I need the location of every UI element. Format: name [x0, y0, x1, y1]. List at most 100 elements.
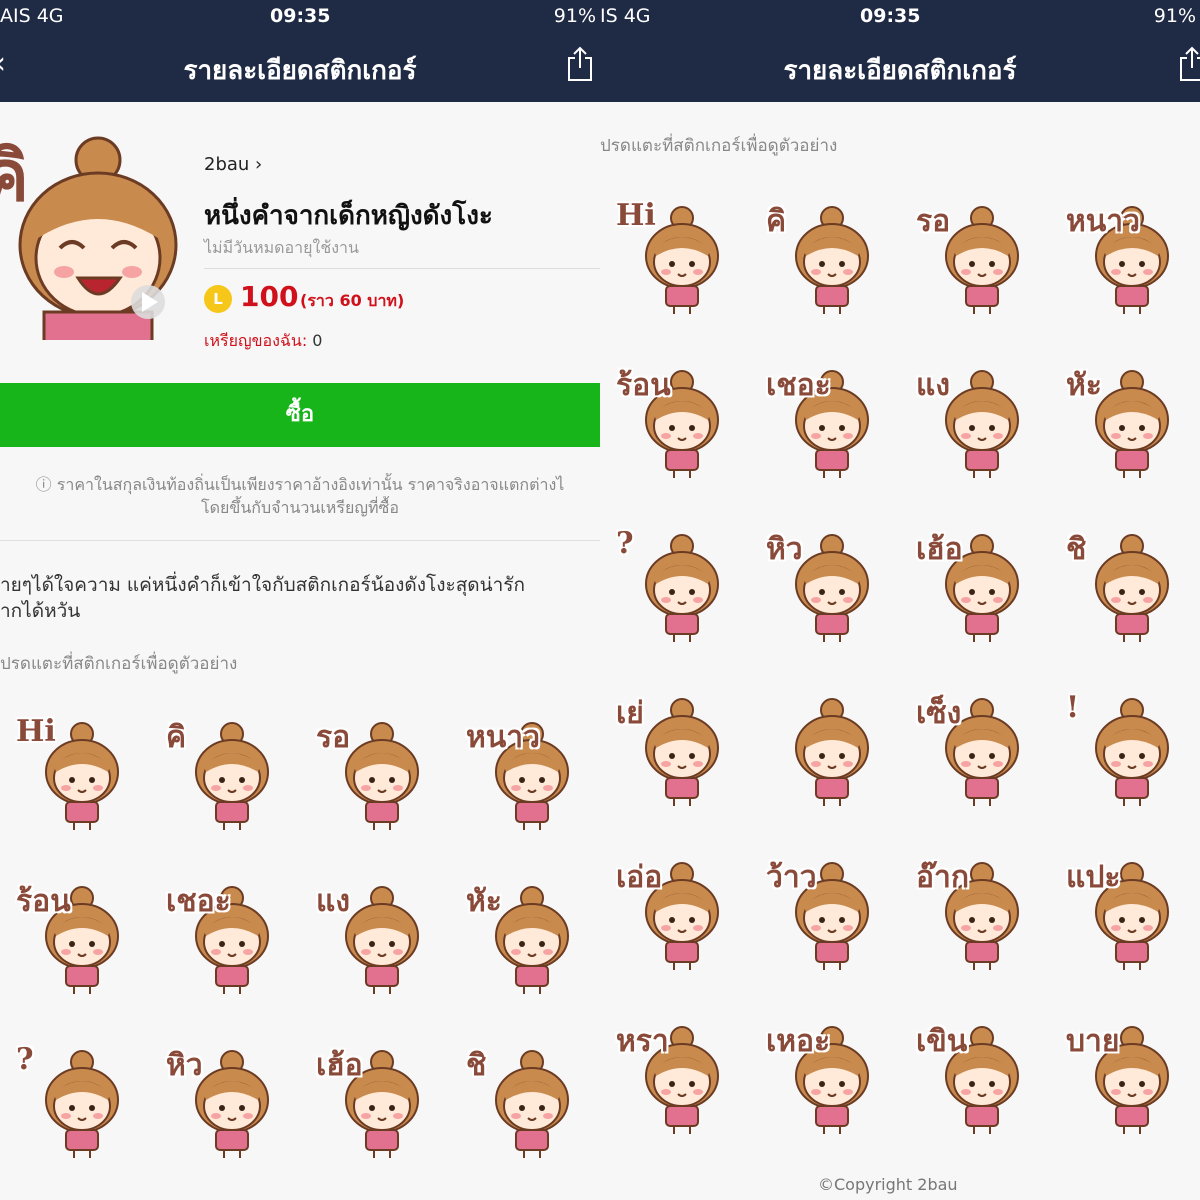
my-coins-value: 0 — [312, 331, 323, 350]
sticker-word: ! — [1066, 690, 1080, 725]
sticker-word: แง — [316, 884, 350, 919]
validity-text: ไม่มีวันหมดอายุใช้งาน — [204, 238, 359, 257]
sticker-word: รอ — [916, 204, 951, 239]
sticker-item[interactable]: Hi — [0, 700, 150, 864]
sticker-word: บาย — [1066, 1024, 1120, 1059]
sticker-item[interactable]: เหอะ — [750, 1004, 900, 1168]
carrier-label: IS 4G — [600, 5, 651, 27]
right-screen: IS 4G 09:35 91% รายละเอียดสติกเกอร์ ปรดแ… — [600, 0, 1200, 1200]
sticker-item[interactable]: ร้อน — [0, 864, 150, 1028]
battery-level: 91% — [553, 5, 596, 27]
status-bar: AIS 4G 09:35 91% — [0, 0, 600, 32]
sticker-item[interactable]: คิ — [750, 184, 900, 348]
sticker-item[interactable]: Hi — [600, 184, 750, 348]
sticker-item[interactable]: หิว — [150, 1028, 300, 1192]
sticker-item[interactable]: หัะ — [1050, 348, 1200, 512]
divider — [0, 540, 600, 541]
sticker-package-title: หนึ่งคำจากเด็กหญิงดังโงะ — [204, 201, 493, 231]
author-link[interactable]: 2bau › — [204, 154, 262, 175]
sticker-word: ? — [16, 1042, 34, 1077]
sticker-item[interactable]: ว้าว — [750, 840, 900, 1004]
sticker-word: ร้อน — [16, 884, 71, 919]
page-title: รายละเอียดสติกเกอร์ — [183, 56, 417, 86]
sticker-item[interactable]: ? — [600, 512, 750, 676]
sticker-item[interactable]: ? — [0, 1028, 150, 1192]
sticker-word: หรา — [616, 1024, 669, 1059]
sticker-character-image — [1095, 534, 1169, 642]
description-line1: ายๆได้ใจความ แค่หนึ่งคำก็เข้าใจกับสติกเก… — [0, 574, 526, 596]
sticker-main-image[interactable]: คิ — [0, 120, 180, 340]
sticker-word: หิว — [166, 1048, 203, 1083]
sticker-item[interactable]: หรา — [600, 1004, 750, 1168]
sticker-item[interactable]: เฮ้อ — [900, 512, 1050, 676]
sticker-item[interactable]: รอ — [300, 700, 450, 864]
sticker-item[interactable]: เชอะ — [750, 348, 900, 512]
price-approx: (ราว 60 บาท) — [300, 291, 405, 310]
sticker-item[interactable]: อ๊าก — [900, 840, 1050, 1004]
sticker-item[interactable]: เอ่อ — [600, 840, 750, 1004]
price-note: ⓘ ราคาในสกุลเงินท้องถิ่นเป็นเพียงราคาอ้า… — [0, 473, 600, 519]
sticker-word: ชิ — [466, 1048, 487, 1083]
price-note-line2: โดยขึ้นกับจำนวนเหรียญที่ซื้อ — [201, 498, 399, 517]
sticker-character-image — [795, 206, 869, 314]
sticker-item[interactable]: ชิ — [1050, 512, 1200, 676]
sticker-word: แปะ — [1066, 860, 1121, 895]
sticker-item[interactable]: แปะ — [1050, 840, 1200, 1004]
sticker-item[interactable]: ! — [1050, 676, 1200, 840]
sticker-word: เชอะ — [766, 368, 831, 403]
sticker-word: หนาว — [466, 720, 540, 755]
sticker-word: เอ่อ — [616, 860, 663, 895]
sticker-word: Hi — [16, 714, 56, 749]
preview-hint: ปรดแตะที่สติกเกอร์เพื่อดูตัวอย่าง — [0, 654, 238, 674]
sticker-item[interactable]: เขิน — [900, 1004, 1050, 1168]
price-note-line1: ⓘ ราคาในสกุลเงินท้องถิ่นเป็นเพียงราคาอ้า… — [35, 475, 565, 494]
sticker-word: อ๊าก — [916, 860, 970, 895]
sticker-word: หัะ — [1066, 368, 1102, 403]
clock: 09:35 — [270, 5, 331, 27]
price-value: 100 — [240, 280, 299, 313]
sticker-word: รอ — [316, 720, 351, 755]
sticker-item[interactable]: คิ — [150, 700, 300, 864]
sticker-word: ชิ — [1066, 532, 1087, 567]
sticker-item[interactable]: บาย — [1050, 1004, 1200, 1168]
buy-button[interactable]: ซื้อ — [0, 383, 600, 447]
sticker-grid: Hi คิ รอ หนาวร้อน เชอะ แง หัะ? หิว เฮ้อ ชิ — [0, 700, 600, 1192]
sticker-word: หนาว — [1066, 204, 1140, 239]
sticker-word: คิ — [166, 720, 187, 755]
package-description: ายๆได้ใจความ แค่หนึ่งคำก็เข้าใจกับสติกเก… — [0, 572, 600, 624]
sticker-item[interactable]: หิว — [750, 512, 900, 676]
line-coin-icon: L — [204, 285, 232, 313]
sticker-word: Hi — [616, 198, 656, 233]
description-line2: ากได้หวัน — [0, 600, 81, 622]
sticker-item[interactable]: หัะ — [450, 864, 600, 1028]
sticker-item[interactable]: หนาว — [1050, 184, 1200, 348]
sticker-character-image — [645, 534, 719, 642]
sticker-item[interactable]: ชิ — [450, 1028, 600, 1192]
sticker-word: เขิน — [916, 1024, 968, 1059]
sticker-item[interactable]: เซ็ง — [900, 676, 1050, 840]
carrier-label: AIS 4G — [0, 5, 64, 27]
sticker-item[interactable]: หนาว — [450, 700, 600, 864]
sticker-item[interactable]: แง — [900, 348, 1050, 512]
sticker-item[interactable]: เฮ้อ — [300, 1028, 450, 1192]
share-icon[interactable] — [1178, 46, 1200, 82]
sticker-item[interactable]: เย่ — [600, 676, 750, 840]
nav-bar: รายละเอียดสติกเกอร์ — [600, 32, 1200, 102]
sticker-item[interactable]: ร้อน — [600, 348, 750, 512]
left-screen: AIS 4G 09:35 91% ‹ รายละเอียดสติกเกอร์ ค… — [0, 0, 600, 1200]
my-coins-label: เหรียญของฉัน: — [204, 331, 308, 350]
hero-word: คิ — [0, 134, 29, 217]
sticker-word: เหอะ — [766, 1024, 831, 1059]
sticker-item[interactable]: แง — [300, 864, 450, 1028]
sticker-item[interactable] — [750, 676, 900, 840]
sticker-character-image — [795, 698, 869, 806]
battery-level: 91% — [1153, 5, 1196, 27]
sticker-word: ว้าว — [766, 860, 817, 895]
sticker-item[interactable]: เชอะ — [150, 864, 300, 1028]
share-icon[interactable] — [566, 46, 594, 82]
sticker-word: หัะ — [466, 884, 502, 919]
sticker-item[interactable]: รอ — [900, 184, 1050, 348]
sticker-word: เฮ้อ — [316, 1048, 363, 1083]
sticker-character-image — [495, 1050, 569, 1158]
status-bar: IS 4G 09:35 91% — [600, 0, 1200, 32]
